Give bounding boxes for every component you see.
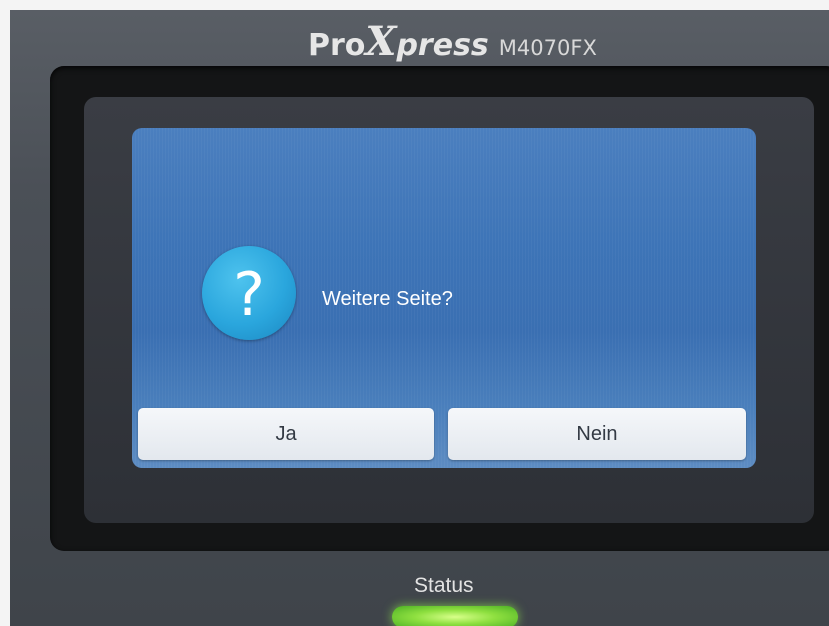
dialog-message: Weitere Seite? bbox=[322, 288, 453, 310]
photo-edge-top bbox=[0, 0, 829, 10]
photo-edge-left bbox=[0, 0, 10, 626]
touch-screen-dialog: ? Weitere Seite? Ja Nein bbox=[132, 128, 756, 468]
brand-logo: ProXpress M4070FX bbox=[308, 18, 597, 65]
model-name: M4070FX bbox=[498, 36, 597, 60]
brand-pro: Pro bbox=[308, 28, 366, 63]
status-led bbox=[392, 606, 518, 626]
yes-button[interactable]: Ja bbox=[138, 408, 434, 460]
no-button[interactable]: Nein bbox=[448, 408, 746, 460]
brand-press: press bbox=[396, 28, 489, 63]
brand-x: X bbox=[365, 18, 397, 65]
status-label: Status bbox=[414, 574, 474, 597]
printer-panel: ProXpress M4070FX ? Weitere Seite? Ja Nei… bbox=[0, 0, 829, 626]
question-icon: ? bbox=[202, 246, 296, 340]
question-glyph: ? bbox=[233, 260, 265, 330]
